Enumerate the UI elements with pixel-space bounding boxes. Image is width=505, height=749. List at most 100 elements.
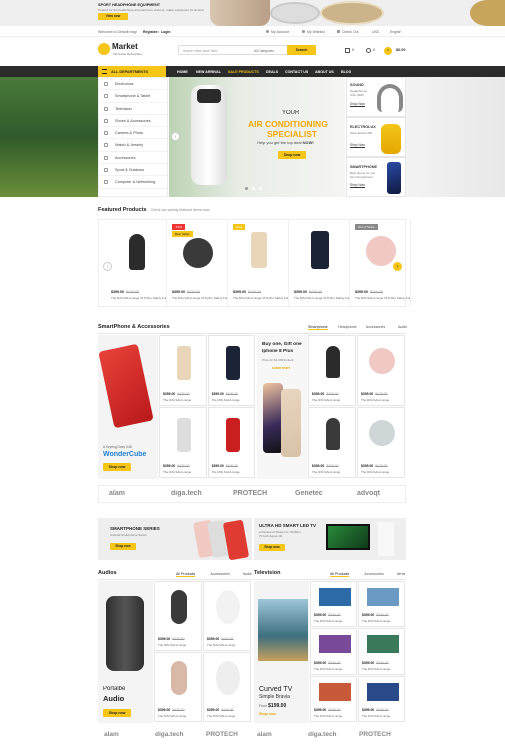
product-name[interactable]: The DiSi SALA range Of Pytho Safety Full…	[233, 296, 288, 300]
product-name[interactable]: The DiSi SALA range	[207, 714, 235, 718]
department-item[interactable]: Shoes & Accessories	[99, 115, 167, 128]
product-name[interactable]: The DiSi SALA range	[361, 398, 389, 402]
wondercube-shop-button[interactable]: Shop now	[103, 463, 131, 471]
login-link[interactable]: Login	[161, 30, 171, 34]
side-ad-sound[interactable]: SOUND Headphones COL:4000 Shop Now	[346, 77, 406, 117]
product-tile[interactable]: $399.00 $420.00 The DiSi SALA range	[310, 628, 357, 675]
product-name[interactable]: The DiSi SALA range	[312, 470, 340, 474]
promo-view-button[interactable]: View now	[98, 13, 128, 20]
department-item[interactable]: Sport & Outdoors	[99, 164, 167, 177]
hero-shop-button[interactable]: Shop now	[278, 151, 306, 159]
audio-shop-button[interactable]: Shop now	[103, 709, 131, 717]
banner-left-shop-button[interactable]: Shop now	[110, 543, 136, 550]
product-name[interactable]: The DiSi SALA range	[163, 470, 191, 474]
iphone8-promo[interactable]: Buy one, Gift one Iphone 8 Plus Price fo…	[257, 335, 307, 479]
brand-logo[interactable]: diga.tech	[171, 490, 202, 497]
featured-next-arrow[interactable]: ›	[393, 262, 402, 271]
product-tile[interactable]: $399.00 $420.00 The DiSi SALA range	[203, 581, 251, 651]
nav-new-arrival[interactable]: NEW ARRIVAL	[196, 70, 221, 74]
product-tile[interactable]: $399.00 $420.00 The DiSi SALA range	[310, 581, 357, 628]
all-departments-button[interactable]: ALL DEPARTMENTS	[98, 66, 166, 77]
iphone8-learn-link[interactable]: Learn more	[272, 366, 290, 370]
audio-promo[interactable]: Portalbe Audio Shop now	[98, 581, 153, 723]
product-name[interactable]: The DiSi SALA range	[361, 470, 389, 474]
department-item[interactable]: Electronics	[99, 78, 167, 91]
product-name[interactable]: The DiSi SALA range	[362, 619, 390, 623]
product-tile[interactable]: $399.00 $420.00 The DiSi SALA range	[358, 628, 405, 675]
product-card[interactable]: New $399.00 $420.00 The DiSi SALA range Of …	[229, 220, 289, 306]
logo-name[interactable]: Market	[112, 42, 138, 51]
smartphone-series-banner[interactable]: SMARTPHONE SERIES Android Smartphone Ser…	[98, 518, 252, 560]
product-name[interactable]: The DiSi SALA range	[158, 643, 186, 647]
product-tile[interactable]: $399.00 $420.00 The DiSi SALA range	[154, 652, 202, 722]
compare-icon[interactable]	[345, 48, 350, 53]
tab-smartphone[interactable]: Smartphone	[308, 325, 328, 330]
tab-audio[interactable]: Audio	[398, 325, 407, 329]
cart-total[interactable]: $0.00	[396, 48, 406, 52]
nav-deals[interactable]: DEALS	[266, 70, 278, 74]
brand-logo[interactable]: Genetec	[295, 490, 323, 497]
department-item[interactable]: Accessories	[99, 152, 167, 165]
product-name[interactable]: The DiSi SALA range Of Pytho Safety Full…	[111, 296, 166, 300]
wishlist-heart-icon[interactable]	[366, 48, 371, 53]
product-tile[interactable]: $399.00 $420.00 The DiSi SALA range	[357, 407, 405, 478]
tab-audio[interactable]: Audio	[243, 572, 252, 576]
product-name[interactable]: The DiSi SALA range	[314, 619, 342, 623]
category-select[interactable]: All Categories	[254, 49, 274, 53]
search-input[interactable]: Search entire store here...	[183, 49, 220, 53]
language-select[interactable]: English	[390, 30, 401, 34]
product-tile[interactable]: $399.00 $420.00 The DiSi SALA range	[358, 675, 405, 722]
product-tile[interactable]: $399.00 $420.00 The DiSi SALA range	[308, 407, 356, 478]
hero-slider[interactable]: YOUR AIR CONDITIONING SPECIALIST Help yo…	[169, 77, 345, 197]
hero-prev-arrow[interactable]: ‹	[171, 132, 180, 141]
brand-logo[interactable]: PROTECH	[233, 490, 267, 497]
product-name[interactable]: The DiSi SALA range	[314, 714, 342, 718]
product-name[interactable]: The DiSi SALA range	[163, 398, 191, 402]
product-card[interactable]: $399.00 $420.00 The DiSi SALA range Of Pyt…	[107, 220, 167, 306]
brand-logo[interactable]: PROTECH	[359, 731, 391, 738]
department-item[interactable]: Computer & Networking	[99, 176, 167, 189]
brand-logo[interactable]: alam	[104, 731, 119, 738]
department-item[interactable]: Watch & Jewelry	[99, 139, 167, 152]
side-ad-electrolux[interactable]: ELECTROLUX Save Electric Bill Shop Now	[346, 117, 406, 157]
nav-blog[interactable]: BLOG	[341, 70, 351, 74]
product-tile[interactable]: $399.00 $420.00 The DiSi SALA range	[207, 335, 255, 406]
logo-cart-icon[interactable]	[98, 43, 110, 55]
tab-headphone[interactable]: Headphone	[338, 325, 357, 329]
product-name[interactable]: The DiSi SALA range	[362, 667, 390, 671]
department-item[interactable]: Smartphone & Tablet	[99, 90, 167, 103]
product-name[interactable]: The DiSi SALA range Of Pytho Safety Full…	[172, 296, 227, 300]
my-account-link[interactable]: My Account	[271, 30, 289, 34]
product-name[interactable]: The DiSi SALA range	[362, 714, 390, 718]
product-name[interactable]: The DiSi SALA range	[312, 398, 340, 402]
tab-accessories[interactable]: Accessories	[364, 572, 383, 576]
my-wishlist-link[interactable]: My Wishlist	[307, 30, 325, 34]
product-tile[interactable]: $399.00 $420.00 The DiSi SALA range	[207, 407, 255, 478]
department-item[interactable]: Television	[99, 103, 167, 115]
featured-prev-arrow[interactable]: ‹	[103, 262, 112, 271]
product-tile[interactable]: $399.00 $420.00 The DiSi SALA range	[308, 335, 356, 406]
product-name[interactable]: The DiSi SALA range	[212, 398, 240, 402]
product-tile[interactable]: $399.00 $420.00 The DiSi SALA range	[159, 407, 207, 478]
nav-home[interactable]: HOME	[177, 70, 188, 74]
currency-select[interactable]: USD	[372, 30, 379, 34]
product-name[interactable]: The DiSi SALA range	[314, 667, 342, 671]
brand-logo[interactable]: advoqt	[357, 490, 380, 497]
brand-logo[interactable]: diga.tech	[155, 731, 184, 738]
side-ad-link[interactable]: Shop Now	[350, 183, 365, 188]
product-tile[interactable]: $399.00 $420.00 The DiSi SALA range	[310, 675, 357, 722]
product-tile[interactable]: $399.00 $420.00 The DiSi SALA range	[357, 335, 405, 406]
product-card[interactable]: -15% Best Seller $399.00 $420.00 The DiSi SA…	[168, 220, 228, 306]
product-name[interactable]: The DiSi SALA range Of Pytho Safety Full…	[355, 296, 410, 300]
product-tile[interactable]: $399.00 $420.00 The DiSi SALA range	[203, 652, 251, 722]
brand-logo[interactable]: alam	[257, 731, 272, 738]
tab-accessories[interactable]: Accessories	[366, 325, 385, 329]
register-link[interactable]: Register	[143, 30, 157, 34]
banner-right-shop-button[interactable]: Shop now	[259, 544, 285, 551]
tab-all-products[interactable]: All Products	[176, 572, 196, 577]
tv-banner[interactable]: ULTRA HD SMART LED TV A Review of Sharp …	[254, 518, 406, 560]
tab-items[interactable]: Items	[397, 572, 406, 576]
side-ad-link[interactable]: Shop Now	[350, 143, 365, 148]
tv-promo[interactable]: Curved TV Simple Bravia From $199.00 Sho…	[254, 581, 309, 723]
brand-logo[interactable]: diga.tech	[308, 731, 337, 738]
